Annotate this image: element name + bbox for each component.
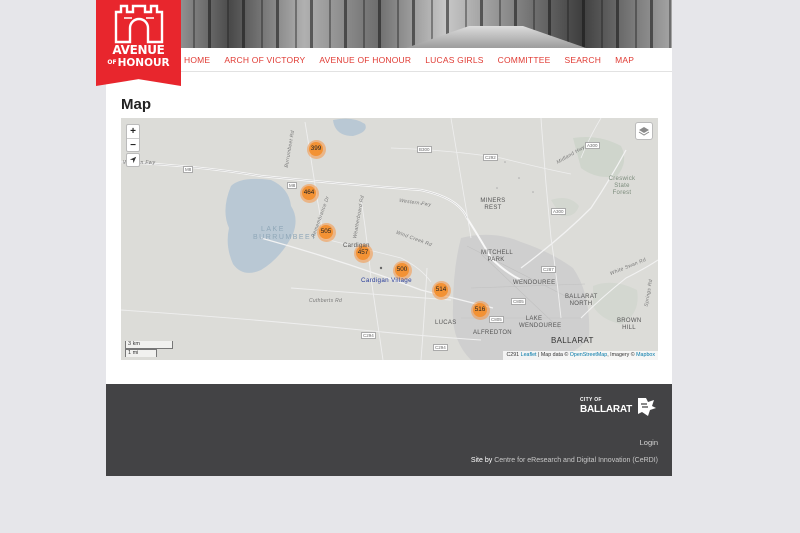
main-navigation: HOME ARCH OF VICTORY AVENUE OF HONOUR LU… [106, 48, 672, 72]
login-link[interactable]: Login [640, 438, 658, 447]
map-cluster-marker[interactable]: 399 [306, 139, 326, 159]
road-shield: C805 [489, 316, 504, 323]
city-logo-name: BALLARAT [580, 404, 633, 415]
lake-burrumbeet-label: LAKE [261, 226, 285, 233]
attribution-road-code: C291 [506, 352, 520, 358]
scale-mi: 1 mi [125, 349, 157, 357]
map-view[interactable]: 399 464 505 457 500 514 516 LAKE BURRUMB… [121, 118, 658, 360]
map-scale: 3 km 1 mi [125, 341, 173, 357]
road-shield: C287 [541, 266, 556, 273]
cerdi-link[interactable]: Centre for eResearch and Digital Innovat… [494, 457, 658, 464]
attribution-text: , Imagery © [607, 352, 637, 358]
road-shield: A300 [585, 142, 600, 149]
zoom-out-button[interactable]: − [127, 138, 139, 151]
cardigan-village-label: Cardigan Village [361, 277, 412, 284]
openstreetmap-link[interactable]: OpenStreetMap [570, 352, 607, 358]
wendouree-label: WENDOUREE [513, 280, 556, 286]
nav-lucas-girls[interactable]: LUCAS GIRLS [425, 55, 483, 65]
cardigan-label: Cardigan [343, 243, 370, 249]
road-shield: C805 [511, 298, 526, 305]
nav-map[interactable]: MAP [615, 55, 634, 65]
map-cluster-marker[interactable]: 516 [470, 300, 490, 320]
lake-burrumbeet-label: BURRUMBEET [253, 234, 318, 241]
road-shield: C294 [433, 344, 448, 351]
road-shield: M8 [287, 182, 298, 189]
site-footer: CITY OF BALLARAT Login Site by Centre fo… [106, 384, 672, 476]
city-of-ballarat-logo[interactable]: CITY OF BALLARAT [580, 394, 658, 420]
road-label: Cuthberts Rd [309, 298, 343, 304]
road-shield: M8 [183, 166, 194, 173]
ballarat-north-label: BALLARAT NORTH [565, 294, 598, 307]
locate-button[interactable] [126, 153, 140, 167]
lake-wendouree-label: LAKE WENDOUREE [519, 316, 562, 329]
nav-search[interactable]: SEARCH [564, 55, 601, 65]
ballarat-label: BALLARAT [551, 336, 594, 345]
header-banner-photo [106, 0, 672, 48]
road-shield: B300 [417, 146, 432, 153]
city-logo-small-text: CITY OF [580, 397, 602, 403]
brown-hill-label: BROWN HILL [617, 318, 642, 331]
lucas-label: LUCAS [435, 320, 457, 326]
banner-trees [106, 0, 672, 48]
layers-icon [638, 126, 650, 136]
city-crest-icon [638, 398, 656, 416]
page-container: AVENUE OFHONOUR HOME ARCH OF VICTORY AVE… [96, 0, 672, 476]
road-shield: C294 [361, 332, 376, 339]
road-shield: A300 [551, 208, 566, 215]
zoom-control: + − [126, 124, 140, 152]
avenue-of-honour-logo[interactable]: AVENUE OFHONOUR [96, 0, 181, 86]
page-title: Map [121, 96, 151, 113]
attribution-text: | Map data © [536, 352, 570, 358]
map-attribution: C291 Leaflet | Map data © OpenStreetMap,… [503, 351, 658, 360]
leaflet-link[interactable]: Leaflet [521, 352, 537, 358]
logo-title-line1: AVENUE [112, 43, 165, 57]
miners-rest-label: MINERS REST [480, 198, 506, 211]
site-credit: Site by Centre for eResearch and Digital… [471, 457, 658, 464]
map-cluster-marker[interactable]: 514 [431, 280, 451, 300]
alfredton-label: ALFREDTON [473, 330, 512, 336]
mitchell-park-label: MITCHELL PARK [481, 250, 514, 263]
logo-title-line2: OFHONOUR [107, 57, 170, 69]
road-shield: C292 [483, 154, 498, 161]
nav-arch-of-victory[interactable]: ARCH OF VICTORY [224, 55, 305, 65]
zoom-in-button[interactable]: + [127, 125, 139, 138]
layers-button[interactable] [635, 122, 653, 140]
map-cluster-marker[interactable]: 464 [299, 183, 319, 203]
credit-prefix: Site by [470, 457, 493, 464]
arch-icon [114, 4, 164, 44]
nav-avenue-of-honour[interactable]: AVENUE OF HONOUR [319, 55, 411, 65]
location-arrow-icon [129, 156, 137, 164]
nav-committee[interactable]: COMMITTEE [498, 55, 551, 65]
scale-km: 3 km [125, 341, 173, 349]
creswick-forest-label: Creswick State Forest [608, 176, 636, 196]
mapbox-link[interactable]: Mapbox [636, 352, 655, 358]
nav-home[interactable]: HOME [184, 55, 210, 65]
